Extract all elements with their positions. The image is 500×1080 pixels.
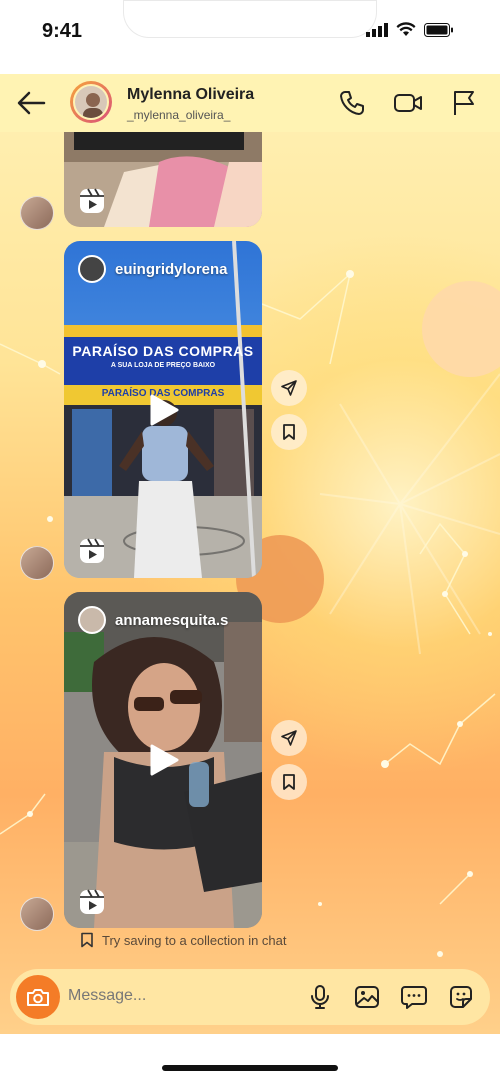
reel-message-2[interactable]: euingridylorena PARAÍSO DAS COMPRAS A SU… [64,241,262,578]
microphone-icon[interactable] [306,983,334,1011]
poster-avatar [78,606,106,634]
bookmark-icon [283,424,295,440]
home-indicator[interactable] [162,1065,338,1071]
message-composer: Message... [10,969,490,1025]
save-button[interactable] [271,764,307,800]
save-button[interactable] [271,414,307,450]
bookmark-icon [283,774,295,790]
store-sign-text: PARAÍSO DAS COMPRAS [72,343,254,359]
store-sign-subtext: A SUA LOJA DE PREÇO BAIXO [110,362,216,369]
collection-hint[interactable]: Try saving to a collection in chat [80,932,287,948]
status-time: 9:41 [42,20,83,42]
send-icon [281,380,297,396]
reel-poster[interactable]: euingridylorena [78,255,228,283]
camera-icon [27,989,49,1006]
contact-username[interactable]: _mylenna_oliveira_ [127,108,230,122]
status-bar: 9:41 [0,0,500,74]
camera-button[interactable] [16,975,60,1019]
contact-name[interactable]: Mylenna Oliveira [127,86,254,104]
gallery-icon[interactable] [353,983,381,1011]
poster-username: annamesquita.s [115,611,229,629]
battery-icon [424,22,453,37]
phone-icon[interactable] [337,88,367,118]
sender-avatar[interactable] [20,546,54,580]
flag-icon[interactable] [449,88,479,118]
back-arrow-icon[interactable] [14,88,50,118]
bookmark-icon [81,932,93,948]
message-input[interactable]: Message... [68,987,146,1005]
share-button[interactable] [271,370,307,406]
bottom-safe-area [0,1034,500,1080]
video-call-icon[interactable] [393,88,423,118]
sender-avatar[interactable] [20,897,54,931]
notch [123,0,377,38]
avatar-image [75,86,107,118]
reel-message-1[interactable] [64,132,262,227]
contact-avatar[interactable] [70,81,112,123]
reel-poster[interactable]: annamesquita.s [78,606,228,634]
sender-avatar[interactable] [20,196,54,230]
share-button[interactable] [271,720,307,756]
chat-header: Mylenna Oliveira _mylenna_oliveira_ [0,74,500,132]
sticker-icon[interactable] [447,983,475,1011]
reels-icon [80,538,104,563]
signal-icon [366,22,388,37]
reel-message-3[interactable]: annamesquita.s [64,592,262,928]
send-icon [281,730,297,746]
play-icon[interactable] [146,393,180,427]
wifi-icon [396,22,416,36]
chat-bubble-icon[interactable] [400,983,428,1011]
poster-username: euingridylorena [115,260,228,278]
hint-text: Try saving to a collection in chat [102,932,287,948]
reels-icon [80,889,104,914]
reels-icon [80,188,104,213]
system-icons [366,22,454,37]
play-icon[interactable] [146,743,180,777]
poster-avatar [78,255,106,283]
